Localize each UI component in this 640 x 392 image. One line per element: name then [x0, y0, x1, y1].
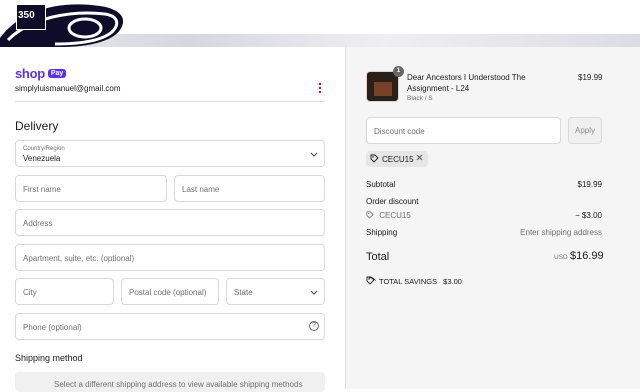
last-name-field[interactable]: Last name: [174, 175, 325, 202]
vertical-dots-icon[interactable]: [318, 82, 322, 94]
applied-discount-chip: CECU15: [366, 151, 428, 167]
postal-code-field[interactable]: Postal code (optional): [121, 278, 219, 305]
first-name-placeholder: First name: [23, 185, 61, 194]
product-price: $19.99: [578, 73, 603, 82]
total-savings-value: $3.00: [443, 277, 462, 286]
total-savings-label: TOTAL SAVINGS: [379, 277, 438, 286]
shop-pay-brand: shop Pay: [15, 66, 67, 81]
remove-discount-icon[interactable]: [416, 154, 423, 163]
country-value: Venezuela: [23, 154, 61, 163]
subtotal-value: $19.99: [577, 180, 602, 189]
logo-text: 350: [18, 10, 35, 21]
phone-placeholder: Phone (optional): [23, 323, 82, 332]
help-icon[interactable]: ?: [309, 321, 319, 331]
order-discount-label: Order discount: [366, 197, 419, 206]
apartment-field[interactable]: Apartment, suite, etc. (optional): [15, 244, 325, 271]
savings-tag-icon: [366, 276, 376, 287]
total-label: Total: [366, 251, 390, 263]
product-title: Dear Ancestors I Understood The Assignme…: [407, 73, 526, 93]
state-select[interactable]: State: [226, 278, 325, 305]
last-name-placeholder: Last name: [182, 185, 220, 194]
country-label: Country/Region: [23, 146, 65, 152]
total-currency: USD: [554, 254, 568, 261]
total-savings: TOTAL SAVINGS $3.00: [379, 277, 462, 286]
first-name-field[interactable]: First name: [15, 175, 167, 202]
shop-logo: shop: [15, 66, 45, 81]
product-image: [374, 82, 392, 96]
shipping-value: Enter shipping address: [520, 228, 602, 237]
store-logo[interactable]: 350: [0, 0, 130, 47]
shipping-method-notice: Select a different shipping address to v…: [15, 372, 325, 392]
header-banner: 350: [0, 0, 640, 47]
tag-icon: [366, 211, 374, 221]
quantity-badge: 1: [393, 66, 404, 77]
shipping-method-message: Select a different shipping address to v…: [54, 380, 303, 389]
discount-value: − $3.00: [575, 211, 602, 220]
postal-code-placeholder: Postal code (optional): [129, 288, 207, 297]
subtotal-label: Subtotal: [366, 180, 396, 189]
discount-code-text: CECU15: [379, 211, 411, 221]
account-email: simplyluismanuel@gmail.com: [15, 84, 121, 93]
address-placeholder: Address: [23, 219, 53, 228]
phone-field[interactable]: Phone (optional) ?: [15, 313, 325, 340]
applied-discount-code: CECU15: [382, 155, 414, 164]
tag-icon: [370, 154, 379, 165]
delivery-heading: Delivery: [15, 119, 59, 133]
chevron-down-icon: [310, 150, 318, 158]
section-divider: [15, 101, 325, 102]
pay-badge: Pay: [47, 69, 67, 78]
shipping-label: Shipping: [366, 228, 398, 237]
chevron-down-icon: [310, 288, 318, 296]
country-select[interactable]: Country/Region Venezuela: [15, 140, 325, 167]
city-field[interactable]: City: [15, 278, 114, 305]
discount-code-row: CECU15: [366, 211, 411, 221]
discount-code-input[interactable]: Discount code: [366, 117, 561, 144]
state-placeholder: State: [234, 288, 253, 297]
discount-code-placeholder: Discount code: [374, 127, 425, 136]
apply-discount-button[interactable]: Apply: [568, 117, 602, 144]
address-field[interactable]: Address: [15, 209, 325, 236]
product-variant: Black / S: [407, 95, 433, 102]
apartment-placeholder: Apartment, suite, etc. (optional): [23, 254, 135, 263]
shipping-method-heading: Shipping method: [15, 353, 83, 363]
city-placeholder: City: [23, 288, 37, 297]
total-value: $16.99: [570, 250, 604, 262]
